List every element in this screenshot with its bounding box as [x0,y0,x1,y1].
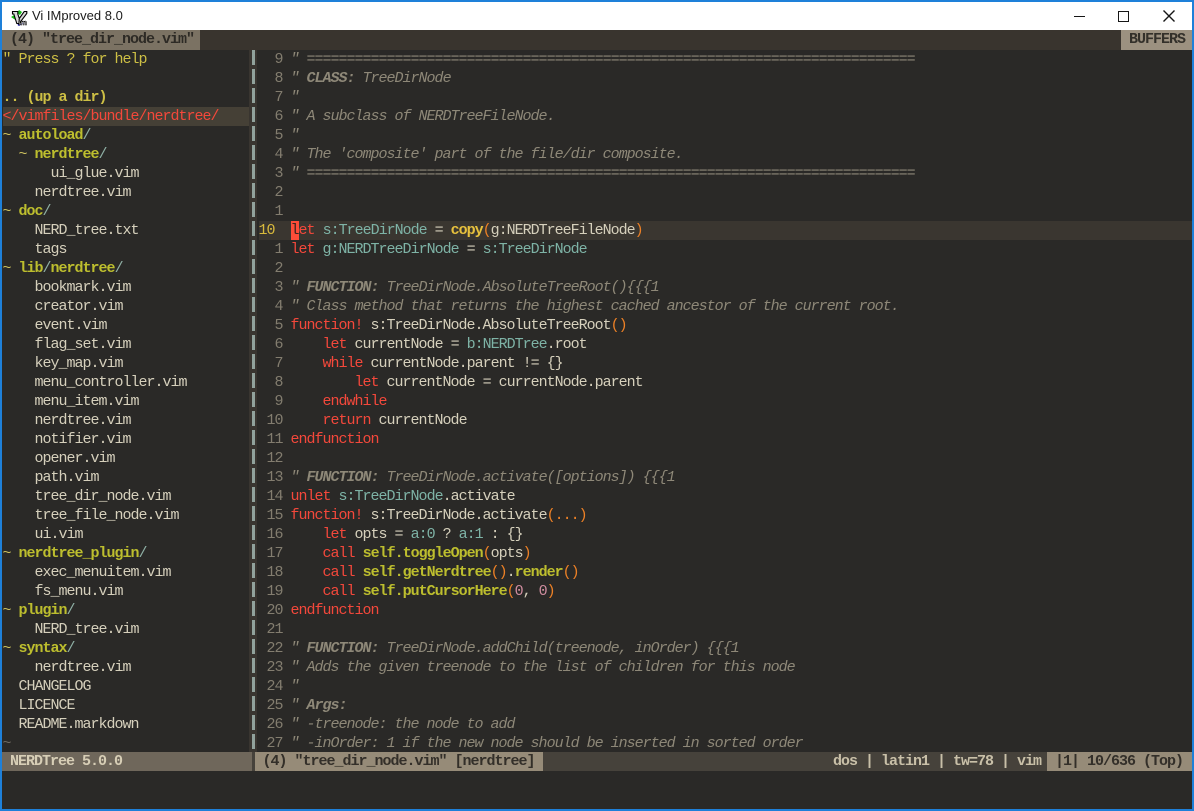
svg-text:im: im [18,18,27,26]
